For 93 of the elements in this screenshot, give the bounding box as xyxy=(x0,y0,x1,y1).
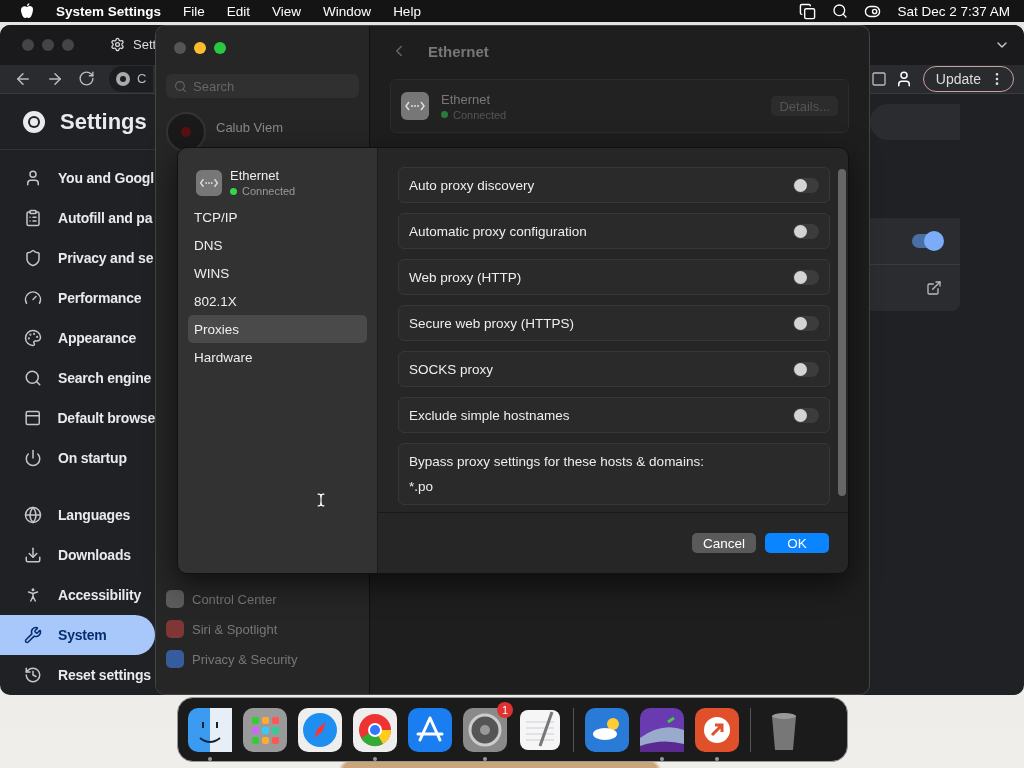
person-icon xyxy=(24,169,42,187)
toggle-switch[interactable] xyxy=(793,407,819,423)
toggle-switch[interactable] xyxy=(912,234,942,248)
compass-icon[interactable] xyxy=(298,707,342,752)
menu-item[interactable]: File xyxy=(183,3,205,19)
menu-clock[interactable]: Sat Dec 2 7:37 AM xyxy=(897,3,1010,19)
bypass-value: *.po xyxy=(409,479,435,494)
ring-icon[interactable] xyxy=(353,707,397,752)
history-icon xyxy=(24,666,42,684)
browser-logo-icon xyxy=(22,109,46,134)
option-label: Automatic proxy configuration xyxy=(409,223,587,239)
face-icon[interactable] xyxy=(188,707,232,752)
service-name: Ethernet xyxy=(230,168,281,183)
menu-item[interactable]: Window xyxy=(323,3,372,19)
nav-item[interactable]: Appearance xyxy=(0,318,155,358)
sheet-tab[interactable]: TCP/IP xyxy=(188,203,367,231)
sheet-tab[interactable]: Proxies xyxy=(188,315,367,343)
bypass-field[interactable]: Bypass proxy settings for these hosts & domains: *.po xyxy=(398,443,830,505)
toggle-switch[interactable] xyxy=(793,177,819,193)
notification-badge: 1 xyxy=(497,701,513,718)
menu-item[interactable]: Edit xyxy=(226,3,251,19)
search-icon[interactable] xyxy=(832,3,849,19)
shield-icon xyxy=(24,249,42,267)
toggle-switch[interactable] xyxy=(793,269,819,285)
app-icon xyxy=(166,590,184,608)
address-bar[interactable]: C xyxy=(109,65,153,92)
toggle-switch[interactable] xyxy=(793,361,819,377)
cloud-sun-icon[interactable] xyxy=(585,707,629,752)
page-title: Settings xyxy=(60,108,147,135)
scrollbar[interactable] xyxy=(838,169,846,496)
service-name: Ethernet xyxy=(441,91,492,107)
sheet-tab[interactable]: Hardware xyxy=(188,343,367,371)
apple-logo-icon[interactable] xyxy=(20,3,34,19)
toggle-switch[interactable] xyxy=(793,315,819,331)
menu-app-name[interactable]: System Settings xyxy=(56,3,162,19)
option-label: Exclude simple hostnames xyxy=(409,407,570,423)
clipboard-icon xyxy=(24,209,42,227)
globe-icon xyxy=(24,506,42,524)
site-icon xyxy=(115,70,131,87)
windows-icon[interactable] xyxy=(799,2,817,20)
search-icon xyxy=(24,369,42,387)
menu-item[interactable]: Help xyxy=(393,3,421,19)
status-dot-icon xyxy=(441,111,448,118)
bypass-label: Bypass proxy settings for these hosts & domains: xyxy=(409,454,705,469)
search-icon xyxy=(174,79,187,93)
option-label: Secure web proxy (HTTPS) xyxy=(409,315,575,331)
window-title: Ethernet xyxy=(428,42,489,60)
nav-item[interactable]: System xyxy=(0,615,155,655)
service-status: Connected xyxy=(242,185,296,197)
download-icon xyxy=(24,546,42,564)
account-name[interactable]: Calub Viem xyxy=(216,119,283,135)
nav-item[interactable]: Privacy and se xyxy=(0,238,155,278)
palette-icon xyxy=(24,329,42,347)
reload-icon[interactable] xyxy=(78,70,95,88)
external-link-icon[interactable] xyxy=(926,280,942,296)
nav-item[interactable]: Performance xyxy=(0,278,155,318)
app-icon xyxy=(166,620,184,638)
search-field[interactable] xyxy=(870,104,960,140)
sheet-tab[interactable]: WINS xyxy=(188,259,367,287)
option-label: SOCKS proxy xyxy=(409,361,494,377)
nav-item[interactable]: On startup xyxy=(0,438,155,478)
option-label: Web proxy (HTTP) xyxy=(409,269,522,285)
minimize-button[interactable] xyxy=(194,42,206,54)
dots-grid-icon[interactable] xyxy=(243,707,287,752)
cancel-button[interactable]: Cancel xyxy=(692,533,756,553)
option-label: Auto proxy discovery xyxy=(409,177,535,193)
nav-item[interactable]: You and Googl xyxy=(0,158,155,198)
nav-item[interactable]: Autofill and pa xyxy=(0,198,155,238)
menu-item[interactable]: View xyxy=(272,3,302,19)
network-icon xyxy=(196,169,222,196)
nav-item[interactable]: Accessibility xyxy=(0,575,155,615)
nav-item[interactable]: Search engine xyxy=(0,358,155,398)
zoom-button[interactable] xyxy=(214,42,226,54)
nav-item[interactable]: Reset settings xyxy=(0,655,155,695)
nav-item[interactable]: Default browse xyxy=(0,398,155,438)
browser-tab[interactable]: Sett xyxy=(110,37,157,53)
ok-button[interactable]: OK xyxy=(765,533,829,553)
wrench-icon xyxy=(24,626,42,644)
browser-window-icon xyxy=(24,409,42,427)
landscape-icon[interactable] xyxy=(640,707,684,752)
sheet-tab[interactable]: 802.1X xyxy=(188,287,367,315)
side-panel-icon[interactable] xyxy=(870,70,887,87)
notepad-icon[interactable] xyxy=(518,707,562,752)
nav-item[interactable]: Downloads xyxy=(0,535,155,575)
network-icon xyxy=(401,92,429,120)
sheet-tab[interactable]: DNS xyxy=(188,231,367,259)
nav-item[interactable]: Languages xyxy=(0,495,155,535)
toggle-switch[interactable] xyxy=(793,223,819,239)
gauge-icon xyxy=(24,289,42,307)
status-dot-icon xyxy=(230,187,237,195)
app-icon xyxy=(166,650,184,668)
store-icon[interactable] xyxy=(408,707,452,752)
power-icon xyxy=(24,449,42,467)
